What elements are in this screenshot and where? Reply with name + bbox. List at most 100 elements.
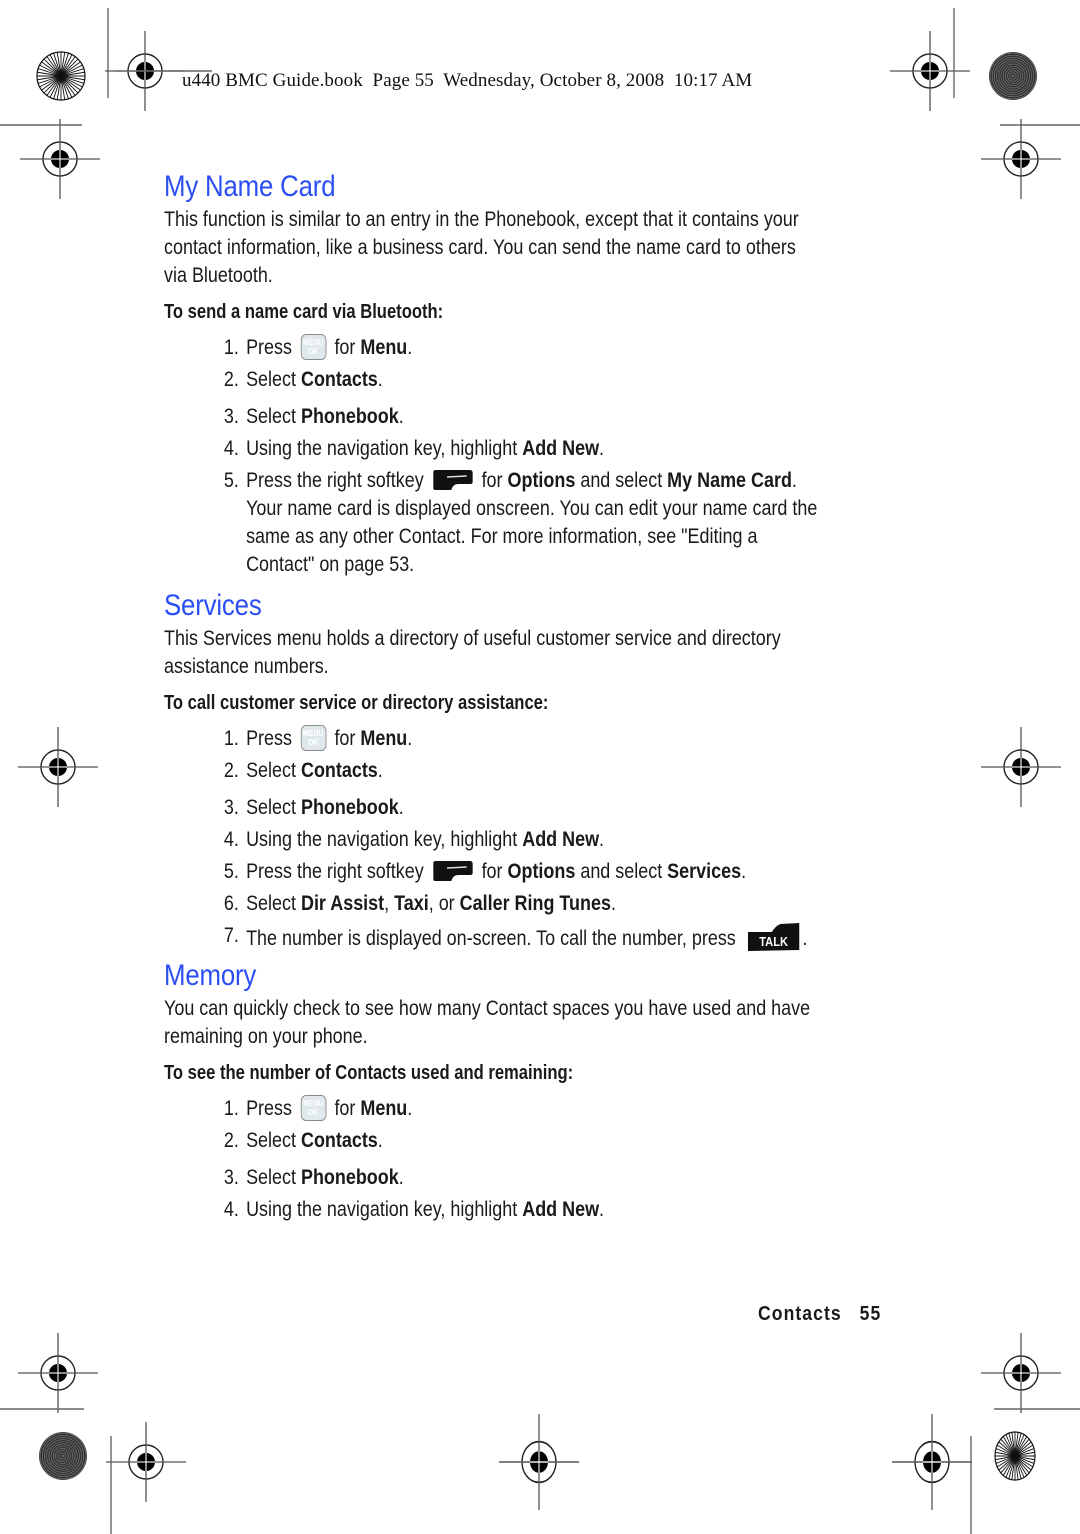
step-item: 6. Select Dir Assist, Taxi, or Caller Rin… (164, 890, 947, 918)
step-item: 2. Select Contacts. (164, 366, 947, 394)
step-number: 1. (223, 336, 239, 359)
step-text: . (407, 336, 413, 359)
intro-line: This function is similar to an entry in … (164, 208, 799, 231)
step-number: 3. (223, 1166, 239, 1189)
concentric-target-top-right-icon (989, 52, 1037, 100)
step-text: Using the navigation key, highlight (246, 437, 523, 460)
step-list: 1. Press MENU OK for Menu. 2. Select Contact… (164, 1095, 904, 1224)
step-emphasis: Menu (360, 336, 408, 359)
step-text: for (476, 469, 508, 492)
step-item: 5. Press the right softkey for Options an… (164, 858, 947, 886)
page-content: My Name Card This function is similar to … (164, 168, 904, 1224)
step-emphasis: Add New (522, 1198, 600, 1221)
step-item: 3. Select Phonebook. (164, 403, 947, 431)
step-text: Select (246, 368, 301, 391)
step-text: . (398, 405, 404, 428)
section-services: Services This Services menu holds a direc… (164, 587, 904, 953)
step-text: Select (246, 892, 301, 915)
intro-line: assistance numbers. (164, 655, 329, 678)
step-text: Press (246, 336, 297, 359)
registration-mark-left-top-icon (19, 118, 101, 200)
step-emphasis: Taxi (394, 892, 429, 915)
step-text: . (599, 828, 605, 851)
step-emphasis: Services (667, 860, 742, 883)
registration-mark-bottom-center-icon (498, 1413, 580, 1511)
registration-mark-right-middle-icon (980, 726, 1062, 808)
concentric-target-bottom-left-icon (39, 1432, 87, 1480)
step-item: 7. The number is displayed on-screen. To … (164, 922, 947, 953)
right-softkey-icon (432, 470, 473, 490)
step-continuation: Contact" on page 53. (246, 553, 415, 576)
menu-ok-key-icon: MENU OK (300, 334, 327, 360)
step-emphasis: Menu (360, 727, 408, 750)
procedure-heading: To see the number of Contacts used and r… (164, 1062, 574, 1084)
step-item: 1. Press MENU OK for Menu. (164, 725, 947, 753)
menu-ok-key-icon: MENU OK (300, 1095, 327, 1121)
section-title: Memory (164, 959, 257, 992)
step-text: Press the right softkey (246, 469, 429, 492)
step-text: Select (246, 1166, 301, 1189)
step-text: Select (246, 405, 301, 428)
step-number: 3. (223, 796, 239, 819)
registration-mark-left-middle-icon (17, 726, 99, 808)
step-emphasis: My Name Card (667, 469, 792, 492)
step-number: 2. (223, 1129, 239, 1152)
step-emphasis: Phonebook (300, 405, 399, 428)
step-number: 3. (223, 405, 239, 428)
right-softkey-icon (432, 861, 473, 881)
step-emphasis: Contacts (300, 1129, 378, 1152)
step-text: . (398, 796, 404, 819)
step-number: 4. (223, 828, 239, 851)
step-item: 4. Using the navigation key, highlight Ad… (164, 826, 947, 854)
starburst-target-top-left-icon (36, 51, 86, 101)
registration-mark-left-bottom-icon (17, 1332, 99, 1414)
step-number: 1. (223, 1097, 239, 1120)
step-number: 5. (223, 469, 239, 492)
step-text: . (398, 1166, 404, 1189)
step-continuation: same as any other Contact. For more info… (246, 525, 758, 548)
registration-mark-top-right-icon (889, 30, 971, 112)
intro-line: remaining on your phone. (164, 1025, 368, 1048)
step-text: . (377, 759, 383, 782)
print-slug: u440 BMC Guide.book Page 55 Wednesday, O… (182, 70, 753, 91)
step-list: 1. Press MENU OK for Menu. 2. Select Contact… (164, 725, 904, 953)
step-item: 1. Press MENU OK for Menu. (164, 334, 947, 362)
step-text: for (329, 727, 361, 750)
registration-mark-bottom-left-icon (105, 1421, 187, 1503)
step-continuation: Your name card is displayed onscreen. Yo… (246, 497, 818, 520)
procedure-heading: To call customer service or directory as… (164, 692, 549, 714)
step-text: . (407, 727, 413, 750)
footer-page-number: 55 (859, 1303, 882, 1325)
registration-mark-right-top-icon (980, 118, 1062, 200)
section-memory: Memory You can quickly check to see how m… (164, 957, 904, 1224)
step-item: 3. Select Phonebook. (164, 1164, 947, 1192)
step-emphasis: Phonebook (300, 796, 399, 819)
step-text: . (610, 892, 616, 915)
step-text: and select (575, 469, 668, 492)
step-emphasis: Dir Assist (300, 892, 385, 915)
step-number: 2. (223, 759, 239, 782)
step-emphasis: Options (507, 860, 576, 883)
step-text: , (384, 892, 395, 915)
intro-line: This Services menu holds a directory of … (164, 627, 781, 650)
footer-section: Contacts (758, 1303, 842, 1325)
talk-key-label: TALK (759, 934, 788, 949)
menu-key-label-line1: MENU (303, 729, 324, 738)
step-text: . (599, 1198, 605, 1221)
step-emphasis: Caller Ring Tunes (459, 892, 611, 915)
starburst-target-bottom-right-icon (994, 1431, 1036, 1481)
section-title: My Name Card (164, 170, 336, 203)
step-text: for (329, 1097, 361, 1120)
step-text: Using the navigation key, highlight (246, 1198, 523, 1221)
step-text: . (741, 860, 747, 883)
step-item: 2. Select Contacts. (164, 1127, 947, 1155)
step-emphasis: Contacts (300, 368, 378, 391)
step-text: Press (246, 1097, 297, 1120)
step-text: . (791, 469, 797, 492)
step-number: 5. (223, 860, 239, 883)
menu-key-label-line2: OK (308, 1108, 319, 1117)
step-emphasis: Phonebook (300, 1166, 399, 1189)
menu-ok-key-icon: MENU OK (300, 725, 327, 751)
intro-line: contact information, like a business car… (164, 236, 796, 259)
step-number: 1. (223, 727, 239, 750)
